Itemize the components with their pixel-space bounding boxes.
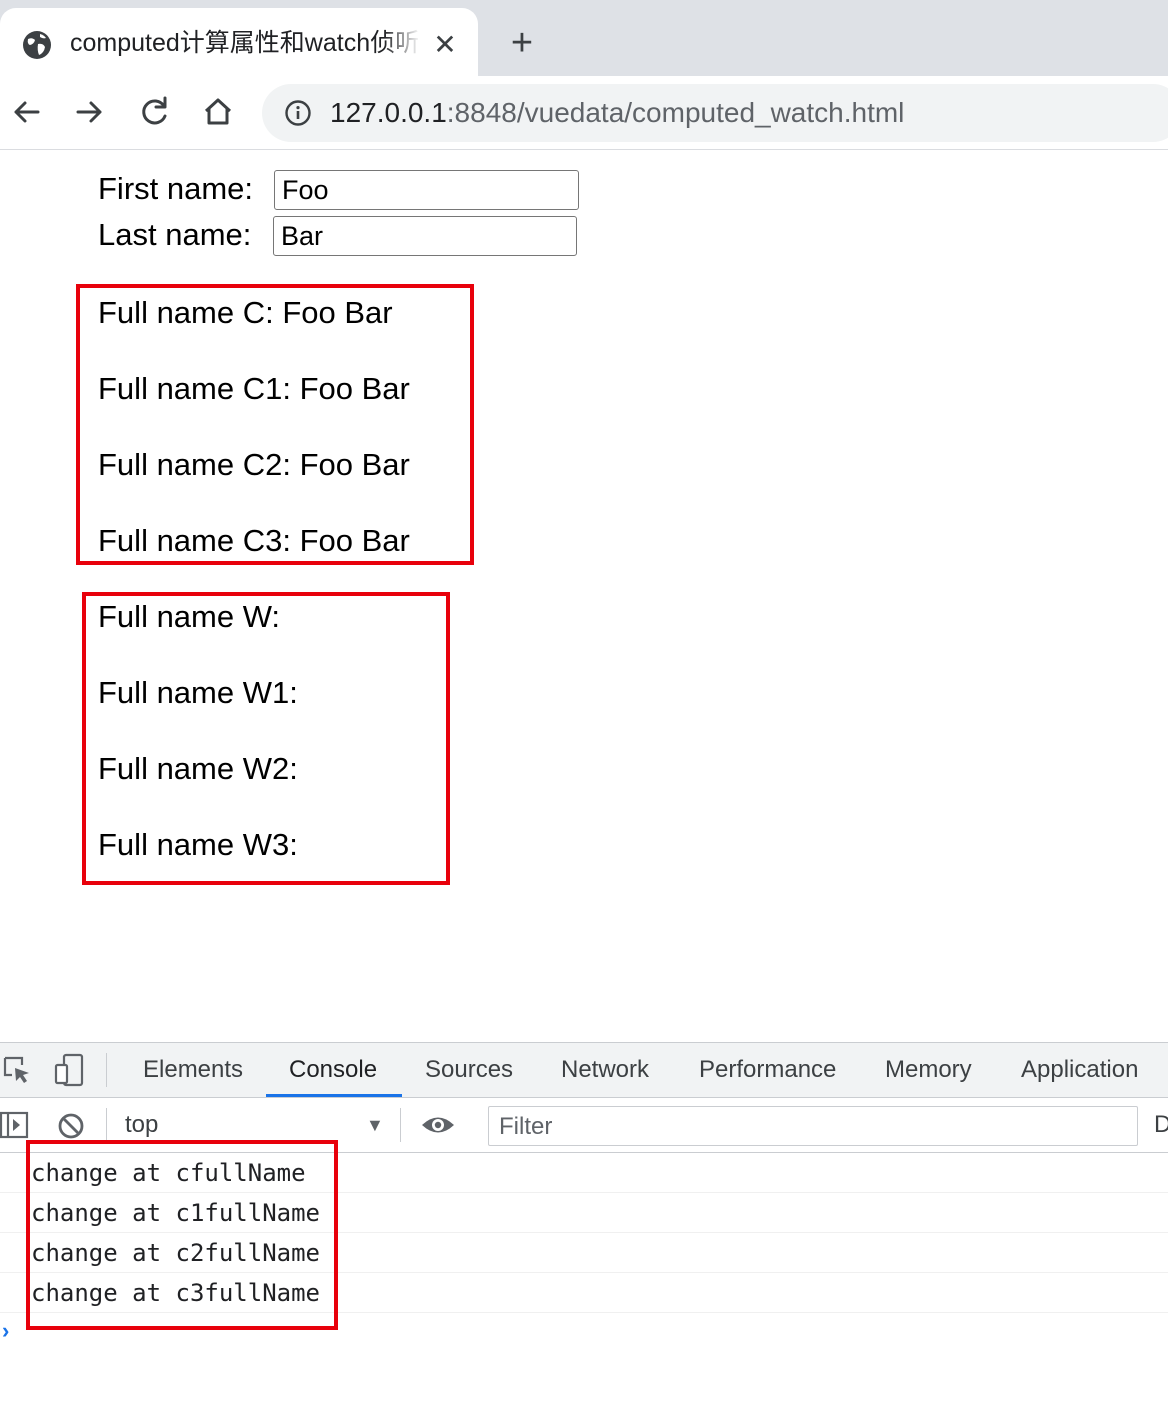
eye-icon[interactable] [420,1112,456,1138]
last-name-label: Last name: [98,217,252,252]
browser-toolbar: 127.0.0.1:8848/vuedata/computed_watch.ht… [0,76,1168,150]
browser-tab[interactable]: computed计算属性和watch侦听 ✕ [0,8,478,76]
filterbar-separator [400,1108,401,1142]
console-highlight-box [26,1140,338,1330]
show-sidebar-icon[interactable] [0,1111,30,1139]
chevron-down-icon[interactable]: ▼ [366,1110,384,1140]
devtools-separator [106,1053,107,1087]
console-filter-input[interactable]: Filter [488,1106,1138,1146]
home-icon[interactable] [198,92,238,132]
reload-icon[interactable] [134,92,174,132]
close-icon[interactable]: ✕ [430,30,460,60]
url-path: :8848/vuedata/computed_watch.html [446,97,905,128]
back-arrow-icon[interactable] [6,92,46,132]
filterbar-separator [106,1108,107,1142]
devtools-tab-bar: Elements Console Sources Network Perform… [0,1043,1168,1098]
tab-elements[interactable]: Elements [143,1054,243,1086]
url-host: 127.0.0.1 [330,97,447,128]
first-name-label: First name: [98,171,254,206]
clipped-toolbar-text: D [1154,1111,1168,1138]
tab-title-fade [384,24,420,64]
watch-highlight-box [82,592,450,885]
url-text[interactable]: 127.0.0.1:8848/vuedata/computed_watch.ht… [330,94,904,132]
tab-title: computed计算属性和watch侦听 [70,29,418,57]
tab-sources[interactable]: Sources [425,1054,513,1086]
tab-console[interactable]: Console [289,1054,377,1086]
clear-console-icon[interactable] [56,1111,86,1141]
tab-memory[interactable]: Memory [885,1054,972,1086]
globe-icon [23,31,51,59]
tab-network[interactable]: Network [561,1054,649,1086]
computed-highlight-box [76,284,474,565]
info-icon[interactable] [284,99,312,127]
page-content: First name: Last name: Full name C: Foo … [0,151,1168,1041]
inspect-element-icon[interactable] [2,1055,32,1085]
tab-application[interactable]: Application [1021,1054,1138,1086]
console-prompt-icon[interactable]: › [2,1318,9,1344]
browser-tab-strip: computed计算属性和watch侦听 ✕ + [0,0,1168,76]
address-bar[interactable]: 127.0.0.1:8848/vuedata/computed_watch.ht… [262,84,1168,142]
filter-placeholder: Filter [499,1113,553,1140]
forward-arrow-icon[interactable] [70,92,110,132]
device-toolbar-icon[interactable] [54,1053,86,1087]
last-name-input[interactable] [273,216,577,256]
context-selector[interactable]: top [125,1109,158,1141]
new-tab-button[interactable]: + [504,24,540,62]
active-tab-indicator [266,1094,402,1097]
first-name-input[interactable] [274,170,579,210]
tab-performance[interactable]: Performance [699,1054,836,1086]
